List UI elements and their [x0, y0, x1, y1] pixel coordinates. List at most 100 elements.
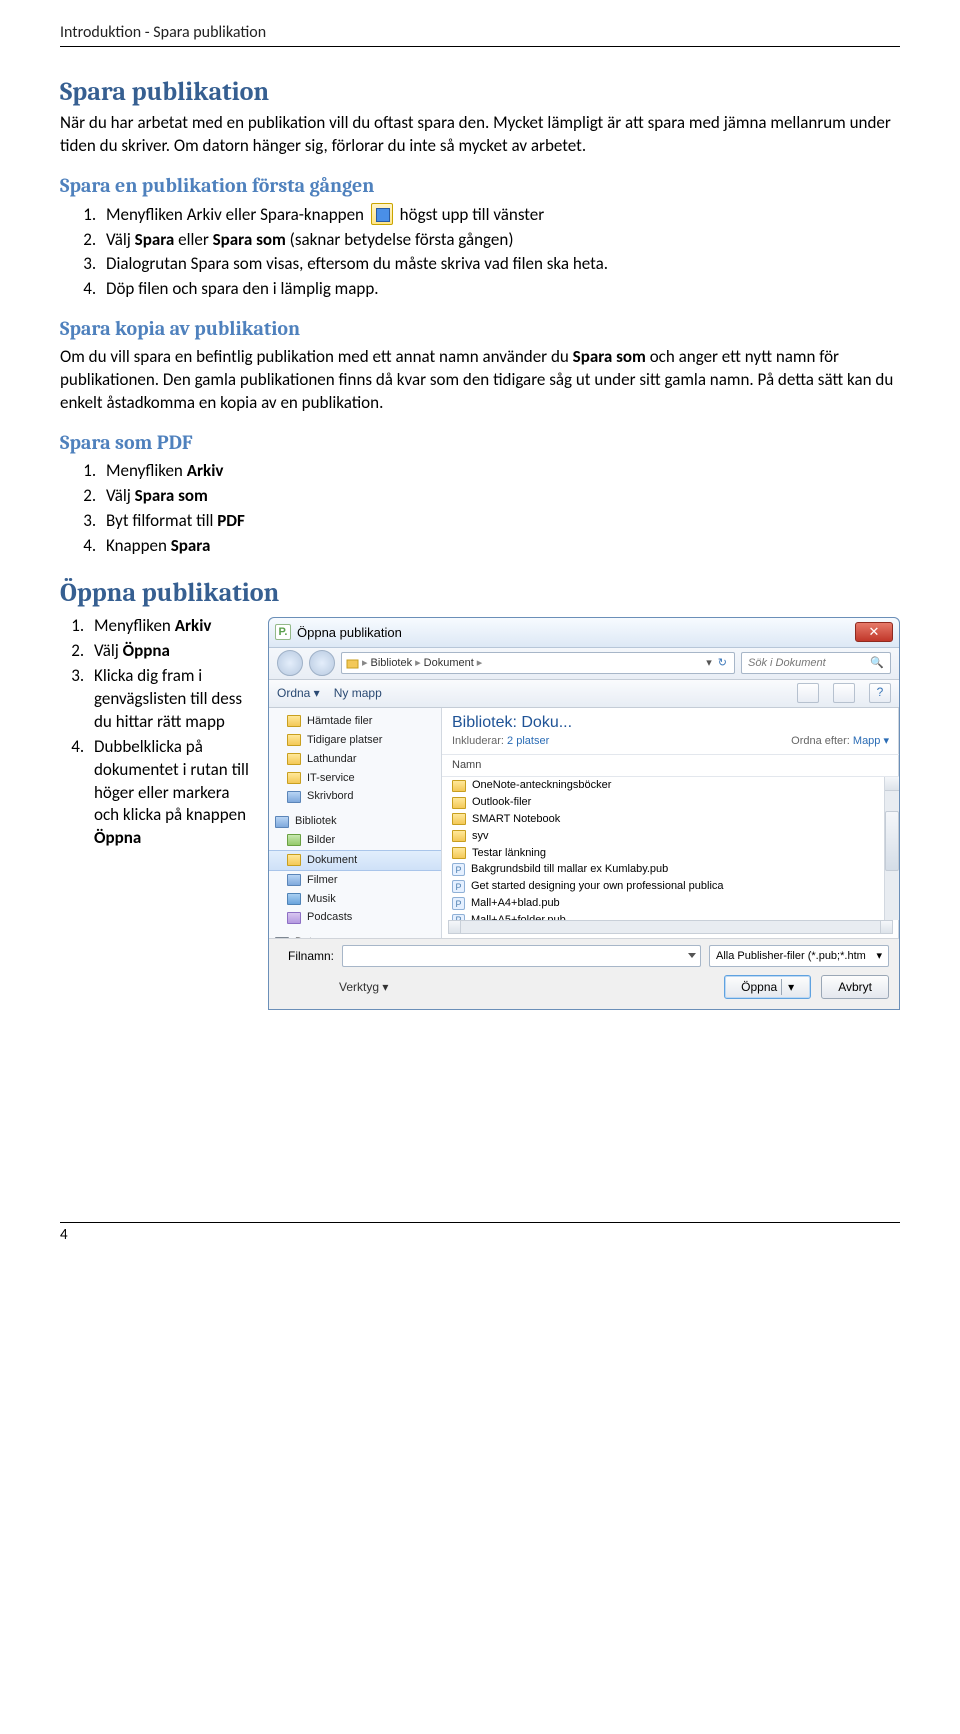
page-footer: 4	[60, 1222, 900, 1245]
tools-menu[interactable]: Verktyg ▾	[339, 979, 388, 995]
sidebar-item[interactable]: IT-service	[269, 769, 441, 788]
chevron-down-icon: ▾	[781, 979, 794, 995]
sidebar-item[interactable]: Lathundar	[269, 750, 441, 769]
text: Inkluderar:	[452, 735, 504, 747]
list-item[interactable]: OneNote-anteckningsböcker	[442, 777, 884, 794]
file-name: syv	[472, 829, 489, 844]
crumb-dokument[interactable]: Dokument	[424, 656, 474, 671]
publisher-file-icon: P	[452, 897, 465, 910]
folder-icon	[287, 715, 301, 727]
help-button[interactable]: ?	[869, 683, 891, 703]
filename-input[interactable]	[342, 945, 701, 967]
folder-icon	[346, 657, 359, 670]
sidebar-item[interactable]: Bilder	[269, 831, 441, 850]
back-button[interactable]	[277, 650, 303, 676]
forward-button[interactable]	[309, 650, 335, 676]
text: Hämtade filer	[307, 714, 372, 729]
close-button[interactable]: ✕	[855, 622, 893, 642]
refresh-icon[interactable]: ↻	[715, 656, 730, 671]
sidebar-group-bibliotek[interactable]: Bibliotek	[269, 812, 441, 831]
step-2: Välj Öppna	[88, 640, 250, 663]
sidebar-item[interactable]: Skrivbord	[269, 787, 441, 806]
list-item[interactable]: PGet started designing your own professi…	[442, 878, 884, 895]
view-mode-button[interactable]	[797, 683, 819, 703]
horizontal-scrollbar[interactable]	[448, 920, 893, 934]
step-3: Dialogrutan Spara som visas, eftersom du…	[100, 253, 900, 276]
file-list[interactable]: OneNote-anteckningsböcker Outlook-filerSM…	[442, 777, 884, 920]
list-item[interactable]: Testar länkning	[442, 845, 884, 862]
text: högst upp till vänster	[396, 204, 544, 225]
crumb-bibliotek[interactable]: Bibliotek	[371, 656, 413, 671]
text: Välj	[106, 485, 135, 506]
scroll-right-icon[interactable]	[880, 921, 892, 933]
publisher-file-icon: P	[452, 880, 465, 893]
step-1: Menyfliken Arkiv	[100, 460, 900, 483]
sidebar-item[interactable]: Hämtade filer	[269, 712, 441, 731]
dialog-titlebar[interactable]: P. Öppna publikation ✕	[269, 618, 899, 648]
text: Knappen	[106, 535, 171, 556]
step-1: Menyfliken Arkiv	[88, 615, 250, 638]
vertical-scrollbar[interactable]	[884, 777, 899, 920]
chevron-down-icon: ▾	[876, 949, 882, 964]
file-name: Testar länkning	[472, 846, 546, 861]
dialog-sidebar: Hämtade filer Tidigare platser Lathundar…	[269, 708, 442, 938]
library-title: Bibliotek: Doku...	[452, 712, 572, 734]
step-4: Döp filen och spara den i lämplig mapp.	[100, 278, 900, 301]
text: Välj	[106, 229, 135, 250]
text: Dator	[295, 935, 322, 938]
text: Menyfliken Arkiv eller Spara-knappen	[106, 204, 368, 225]
search-input[interactable]: Sök i Dokument 🔍	[741, 652, 891, 674]
list-item[interactable]: SMART Notebook	[442, 811, 884, 828]
sidebar-item[interactable]: Filmer	[269, 871, 441, 890]
places-link[interactable]: 2 platser	[507, 735, 549, 747]
file-name: Outlook-filer	[472, 795, 531, 810]
steps-forsta-gangen: Menyfliken Arkiv eller Spara-knappen hög…	[100, 203, 900, 302]
sidebar-item[interactable]: Tidigare platser	[269, 731, 441, 750]
steps-pdf: Menyfliken Arkiv Välj Spara som Byt filf…	[100, 460, 900, 558]
text: Bilder	[307, 833, 335, 848]
text: Tidigare platser	[307, 733, 382, 748]
open-button[interactable]: Öppna▾	[724, 975, 811, 999]
text: Arkiv	[187, 460, 224, 481]
organize-menu[interactable]: Ordna ▾	[277, 685, 320, 701]
breadcrumb-bar[interactable]: ▸ Bibliotek ▸ Dokument ▸ ▾ ↻	[341, 652, 735, 674]
cancel-button[interactable]: Avbryt	[821, 975, 889, 999]
page-header: Introduktion - Spara publikation	[60, 22, 900, 47]
file-name: Mall+A4+blad.pub	[471, 896, 560, 911]
dropdown-icon[interactable]: ▾	[706, 656, 712, 671]
step-4: Dubbelklicka på dokumentet i rutan till …	[88, 736, 250, 851]
column-header-name[interactable]: Namn	[442, 755, 899, 777]
preview-pane-button[interactable]	[833, 683, 855, 703]
scroll-left-icon[interactable]	[449, 921, 461, 933]
text: Skrivbord	[307, 789, 353, 804]
step-3: Byt filformat till PDF	[100, 510, 900, 533]
text: Öppna	[123, 640, 170, 661]
new-folder-button[interactable]: Ny mapp	[334, 685, 382, 701]
scroll-up-icon[interactable]	[885, 777, 899, 791]
chevron-right-icon: ▸	[415, 656, 421, 671]
list-item[interactable]: syv	[442, 828, 884, 845]
sidebar-item[interactable]: Podcasts	[269, 908, 441, 927]
sidebar-item-dokument[interactable]: Dokument	[269, 850, 441, 871]
folder-icon	[452, 813, 466, 825]
dialog-toolbar: Ordna ▾ Ny mapp ?	[269, 680, 899, 708]
list-item[interactable]: PMall+A5+folder.pub	[442, 912, 884, 920]
file-name: OneNote-anteckningsböcker	[472, 778, 611, 793]
list-item[interactable]: Outlook-filer	[442, 794, 884, 811]
list-item[interactable]: P Mall+A4+blad.pub	[442, 895, 884, 912]
sidebar-group-dator[interactable]: Dator	[269, 933, 441, 938]
step-3: Klicka dig fram i genvägslisten till des…	[88, 665, 250, 734]
scroll-thumb[interactable]	[885, 811, 899, 871]
sidebar-item[interactable]: Musik	[269, 890, 441, 909]
intro-paragraph: När du har arbetat med en publikation vi…	[60, 112, 900, 158]
heading-forsta-gangen: Spara en publikation första gången	[60, 172, 900, 199]
list-item[interactable]: PBakgrundsbild till mallar ex Kumlaby.pu…	[442, 861, 884, 878]
text: Dubbelklicka på dokumentet i rutan till …	[94, 736, 249, 826]
documents-icon	[287, 854, 301, 866]
podcasts-icon	[287, 912, 301, 924]
text: Om du vill spara en befintlig publikatio…	[60, 346, 573, 367]
text: Öppna	[94, 827, 141, 848]
sort-by-link[interactable]: Mapp ▾	[853, 735, 889, 747]
text: Filmer	[307, 873, 338, 888]
filetype-select[interactable]: Alla Publisher-filer (*.pub;*.htm▾	[709, 945, 889, 967]
